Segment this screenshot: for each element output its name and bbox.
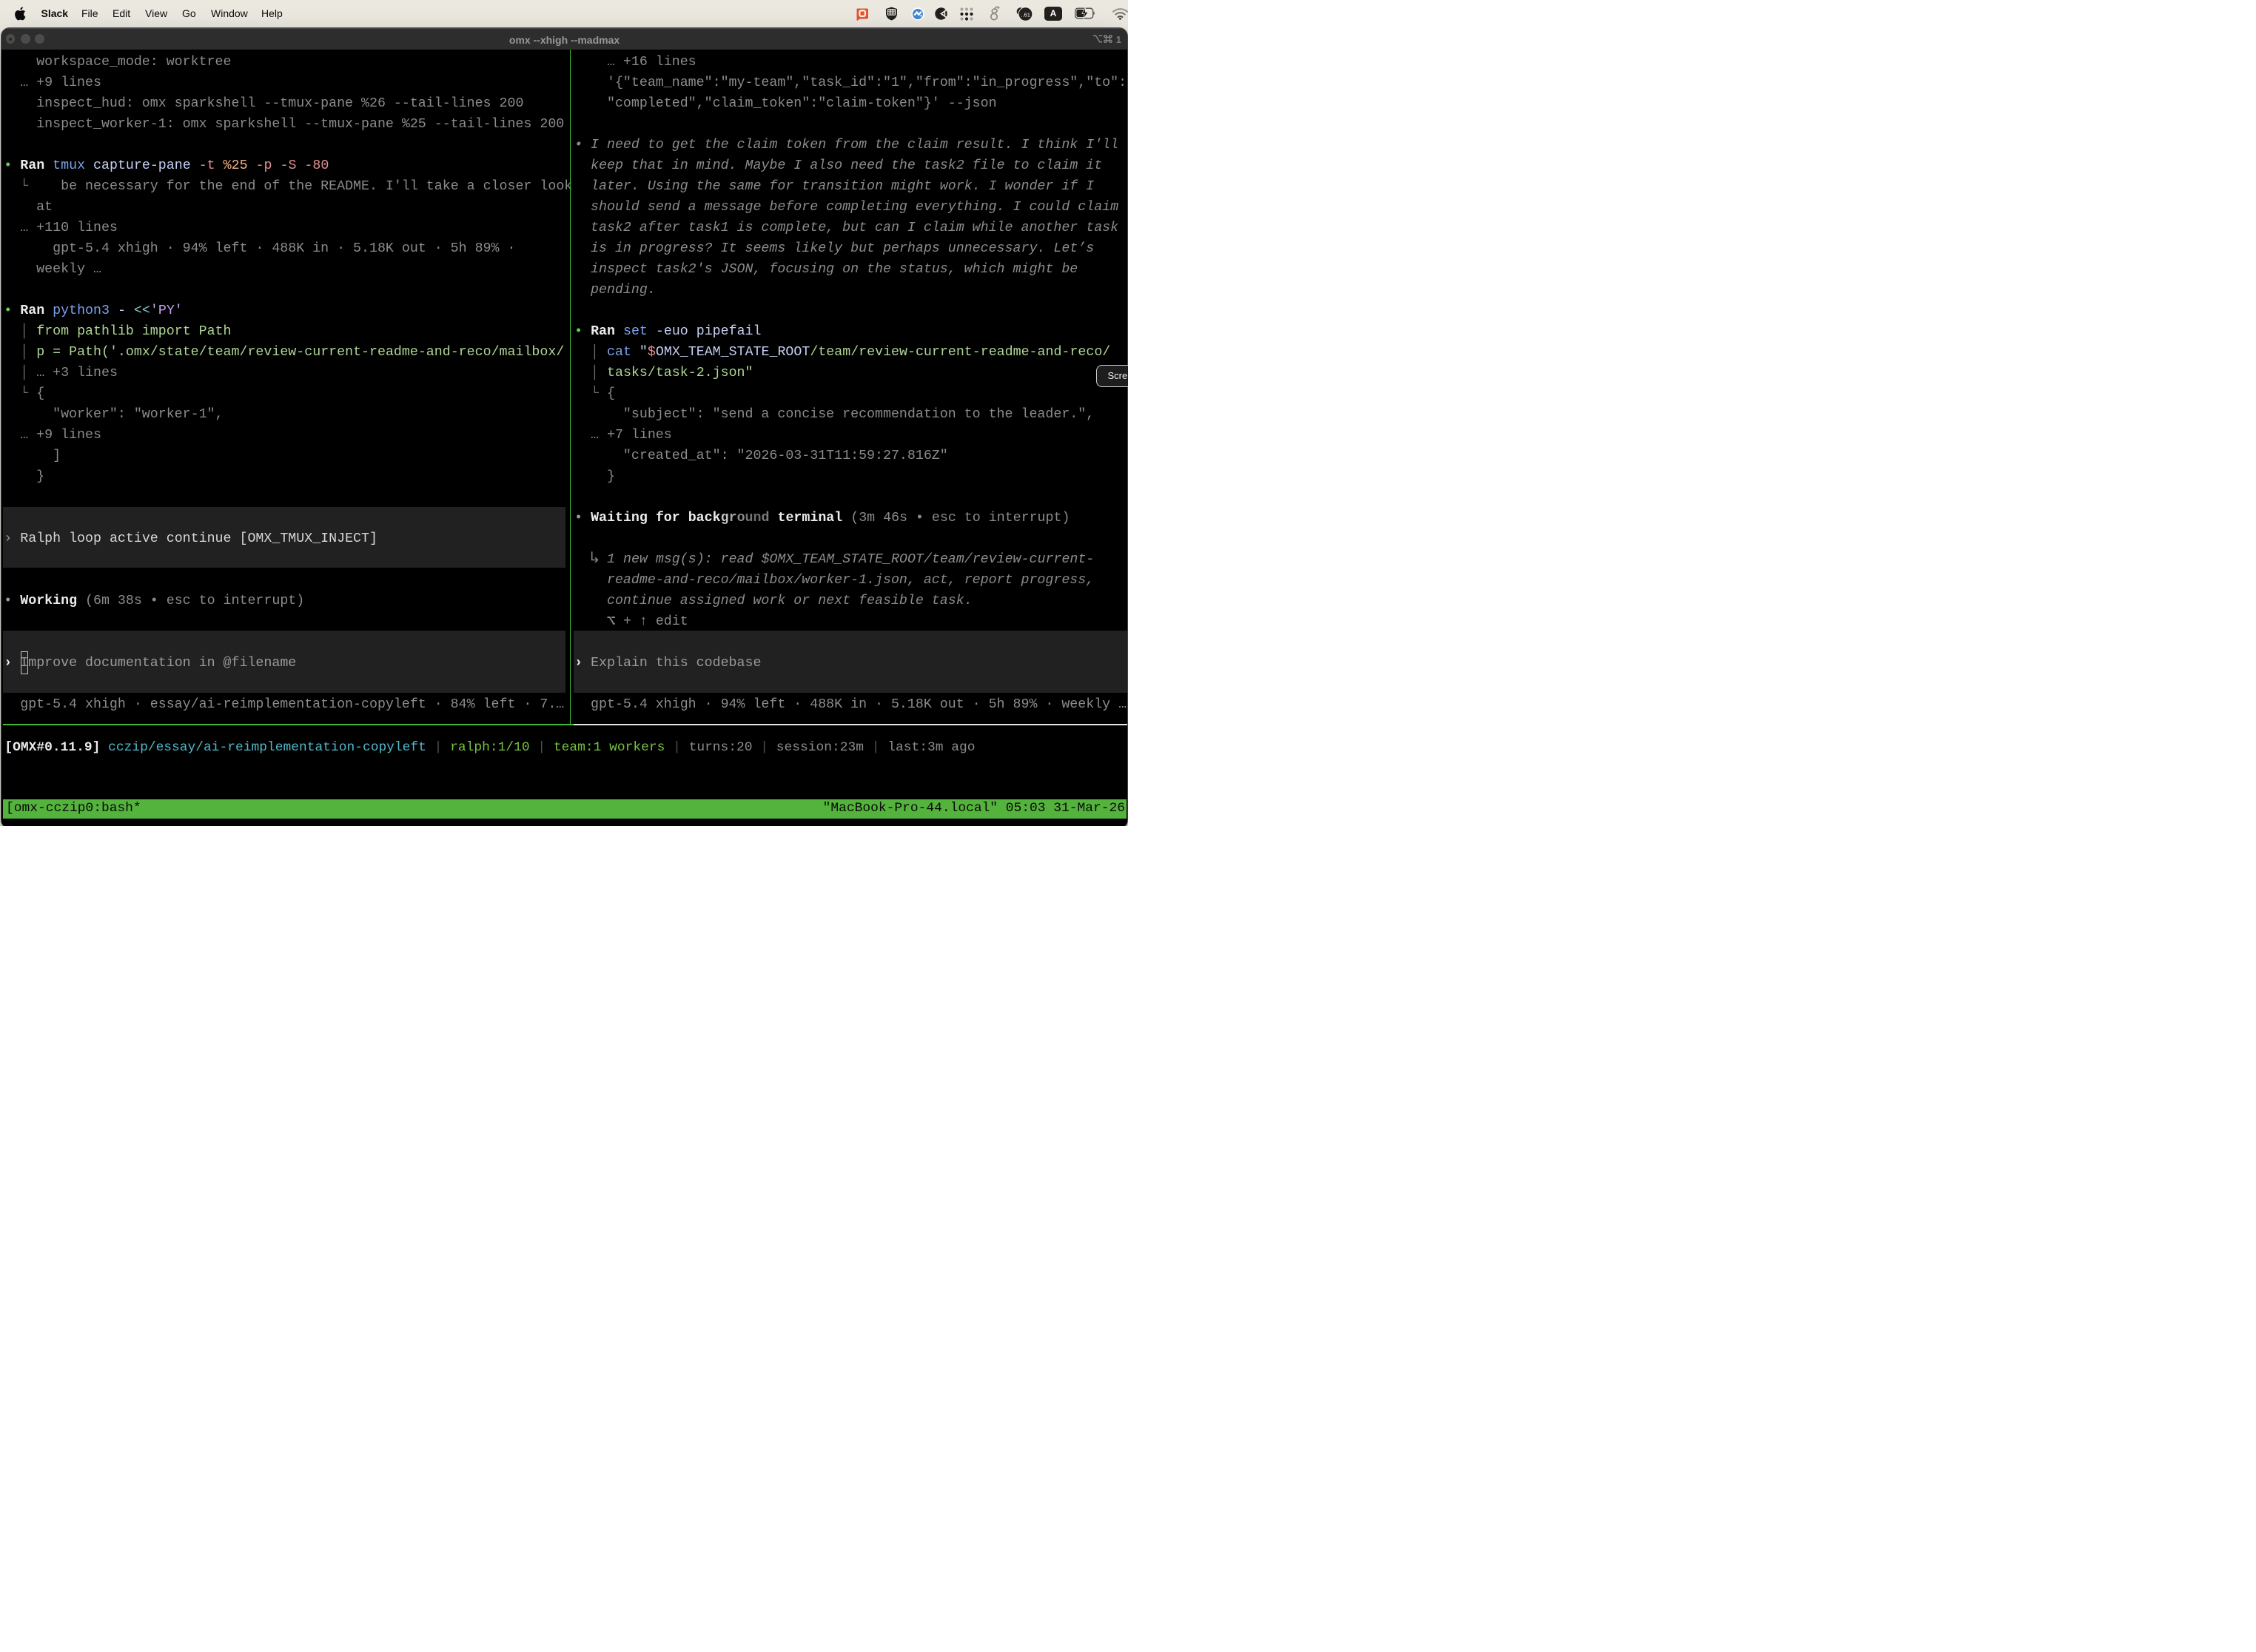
svg-text:..61: ..61	[1021, 11, 1030, 18]
